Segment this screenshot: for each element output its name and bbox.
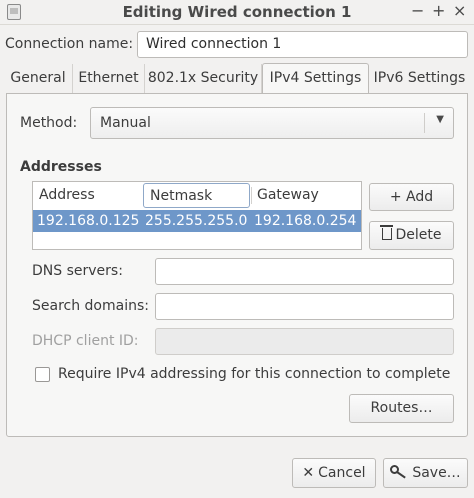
- cancel-button-label: Cancel: [318, 465, 366, 481]
- tab-ethernet[interactable]: Ethernet: [73, 64, 145, 93]
- delete-address-button[interactable]: Delete: [369, 221, 454, 250]
- key-icon: [390, 465, 408, 479]
- search-domains-input[interactable]: [155, 293, 454, 320]
- tab-ipv6-settings[interactable]: IPv6 Settings: [369, 64, 470, 93]
- tab-general[interactable]: General: [4, 64, 73, 93]
- dns-servers-input[interactable]: [155, 258, 454, 285]
- cell-netmask[interactable]: 255.255.255.0: [145, 213, 247, 229]
- cell-gateway[interactable]: 192.168.0.254: [254, 213, 356, 229]
- cancel-button[interactable]: ✕ Cancel: [292, 458, 376, 488]
- maximize-button[interactable]: +: [432, 2, 445, 20]
- tab-8021x-security[interactable]: 802.1x Security: [145, 64, 262, 93]
- connection-name-input[interactable]: Wired connection 1: [137, 31, 468, 58]
- add-address-button[interactable]: + Add: [369, 183, 454, 211]
- connection-name-label: Connection name:: [5, 36, 134, 52]
- trash-icon: [379, 225, 393, 240]
- minimize-button[interactable]: −: [411, 2, 424, 20]
- save-button-label: Save…: [412, 465, 461, 481]
- search-domains-label: Search domains:: [32, 298, 149, 314]
- require-ipv4-label[interactable]: Require IPv4 addressing for this connect…: [58, 366, 450, 382]
- add-button-label: Add: [406, 189, 434, 205]
- column-header-gateway[interactable]: Gateway: [251, 182, 361, 209]
- addresses-table[interactable]: Address Netmask Gateway 192.168.0.125 25…: [32, 181, 362, 250]
- addresses-heading: Addresses: [20, 159, 102, 175]
- cell-address[interactable]: 192.168.0.125: [37, 213, 139, 229]
- window-title: Editing Wired connection 1: [122, 3, 352, 21]
- tab-bar: General Ethernet 802.1x Security IPv4 Se…: [4, 63, 470, 94]
- save-button[interactable]: Save…: [383, 458, 468, 488]
- routes-button[interactable]: Routes…: [349, 394, 454, 423]
- dhcp-client-id-label: DHCP client ID:: [32, 333, 139, 349]
- plus-icon: +: [389, 189, 402, 205]
- title-bar: Editing Wired connection 1 − + ×: [0, 0, 474, 25]
- method-label: Method:: [20, 115, 78, 131]
- delete-button-label: Delete: [395, 227, 442, 243]
- require-ipv4-checkbox[interactable]: [35, 367, 50, 382]
- tab-ipv4-settings[interactable]: IPv4 Settings: [262, 63, 369, 94]
- column-header-netmask[interactable]: Netmask: [143, 183, 250, 208]
- close-button[interactable]: ×: [453, 2, 466, 20]
- dhcp-client-id-input: [155, 328, 454, 355]
- combo-separator: [424, 113, 425, 133]
- dns-servers-label: DNS servers:: [32, 263, 123, 279]
- table-row[interactable]: 192.168.0.125 255.255.255.0 192.168.0.25…: [33, 210, 361, 232]
- close-icon: ✕: [302, 465, 315, 481]
- column-header-address[interactable]: Address: [33, 182, 143, 209]
- chevron-down-icon: ▼: [436, 114, 444, 125]
- method-value: Manual: [100, 115, 151, 131]
- method-select[interactable]: Manual ▼: [90, 107, 454, 139]
